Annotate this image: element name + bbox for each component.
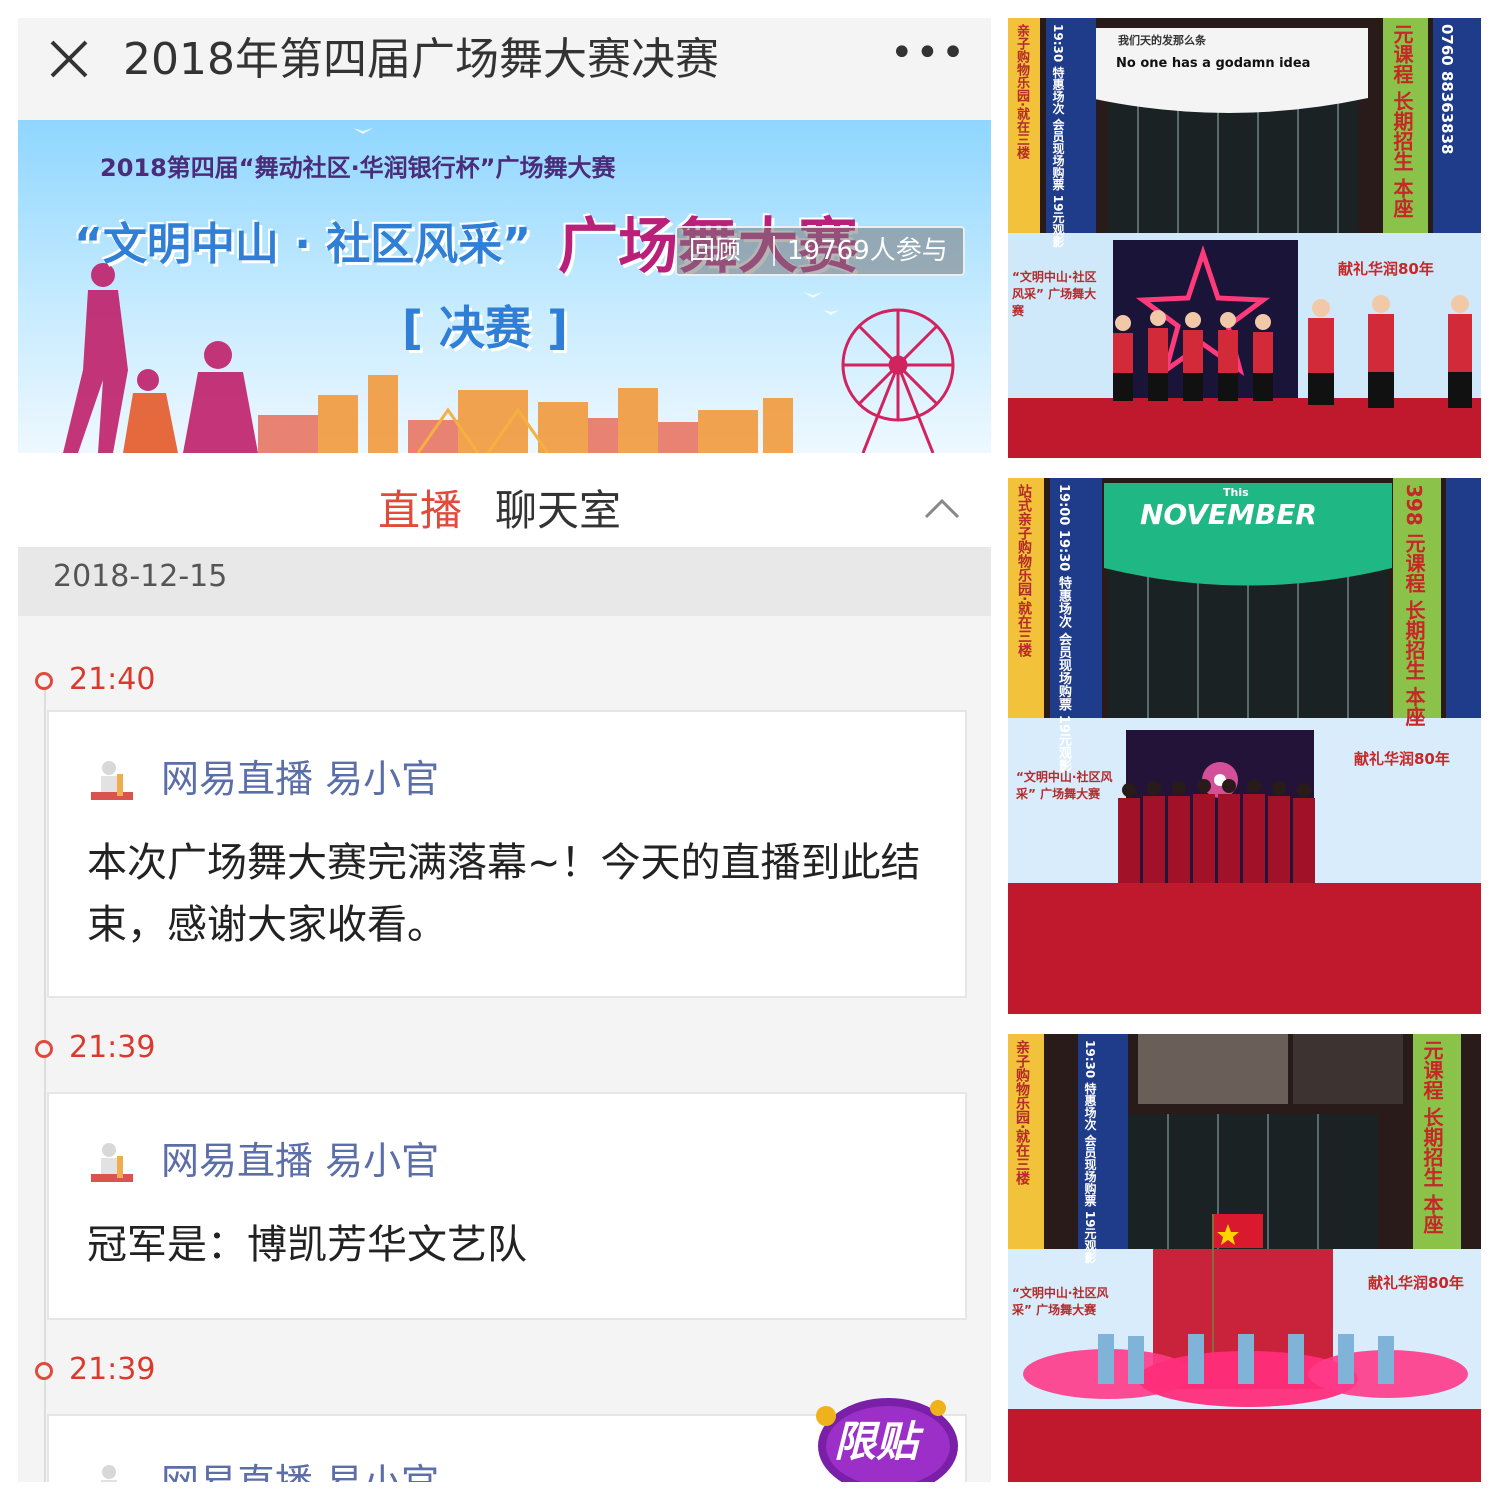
message-card: 网易直播 易小官 冠军是：博凯芳华文艺队 [47,1092,967,1320]
stage-photo: 亲子购物乐园·就在三楼 19:30 特惠场次 会员现场购票 19元观影 元课程 … [1008,1034,1481,1482]
author-name[interactable]: 网易直播 易小官 [161,748,439,803]
promo-badge[interactable]: 限贴 [798,1386,958,1482]
tab-chatroom[interactable]: 聊天室 [495,477,621,538]
more-options-button[interactable]: ••• [890,33,965,78]
author-name[interactable]: 网易直播 易小官 [161,1452,439,1482]
right-banner-text: 398 元课程 长期招生 本座 [1402,484,1426,727]
message-text: 本次广场舞大赛完满落幕~！今天的直播到此结束，感谢大家收看。 [87,840,921,948]
screen-text: No one has a godamn idea [1116,56,1311,71]
stage-photo-scene [1008,1034,1481,1482]
left-banner-text: 亲子购物乐园·就在三楼 [1014,1040,1030,1186]
backdrop-left-text: “文明中山·社区风采” 广场舞大赛 [1016,770,1113,801]
entry-time: 21:39 [69,1030,156,1065]
promo-badge-label: 限贴 [834,1417,919,1466]
backdrop-right-text: 献礼华润80年 [1354,750,1450,768]
chevron-up-icon [924,498,960,519]
banner-title-part1: “文明中山 · 社区风采” [74,219,532,270]
screen-text-small: 我们天的发那么条 [1118,34,1206,47]
blue-banner-text: 19:30 特惠场次 会员现场购票 19元观影 [1051,24,1065,248]
participant-count: 19769人参与 [787,236,948,266]
banner-stage: [ 决赛 ] [402,301,569,355]
timeline-dot [35,1040,53,1058]
left-banner-text: 亲子购物乐园·就在三楼 [1014,24,1029,159]
right-banner-text: 元课程 长期招生 本座 [1420,1040,1444,1234]
blue-banner-text: 19:00 19:30 特惠场次 会员现场购票 19元观影 [1056,484,1071,772]
banner-subtitle: 2018第四届“舞动社区·华润银行杯”广场舞大赛 [100,154,616,182]
backdrop-left-text: “文明中山·社区风采” 广场舞大赛 [1012,270,1097,318]
dancers-silhouette-icon [63,263,258,453]
close-button[interactable] [44,34,94,84]
collapse-button[interactable] [922,493,962,523]
message-card: 网易直播 易小官 本次广场舞大赛完满落幕~！今天的直播到此结束，感谢大家收看。 [47,710,967,998]
page-title: 2018年第四届广场舞大赛决赛 [123,34,719,85]
backdrop-right-text: 献礼华润80年 [1338,260,1434,278]
replay-badge[interactable]: 回顾 19769人参与 [675,226,965,276]
avatar [91,761,133,800]
right-banner-text: 元课程 长期招生 本座 [1390,24,1414,218]
date-header: 2018-12-15 [18,547,991,616]
date-label: 2018-12-15 [53,559,228,594]
tab-live[interactable]: 直播 [378,477,462,538]
stage-photo: 我们天的发那么条 No one has a godamn idea 亲子购物乐园… [1008,18,1481,458]
timeline-dot [35,672,53,690]
backdrop-right-text: 献礼华润80年 [1368,1274,1464,1292]
message-text: 冠军是：博凯芳华文艺队 [87,1222,527,1268]
live-page: 2018年第四届广场舞大赛决赛 ••• 2018第四届“舞动社区·华润银行杯”广… [18,18,991,1482]
author-name[interactable]: 网易直播 易小官 [161,1130,439,1185]
phone-number-text: 0760 88363838 [1438,24,1456,155]
avatar [91,1143,133,1182]
replay-label: 回顾 [689,236,742,266]
top-bar: 2018年第四届广场舞大赛决赛 ••• [18,18,991,120]
close-icon [50,40,88,78]
screen-text: NOVEMBER [1140,498,1317,531]
ferris-wheel-icon [841,308,955,453]
badge-divider [773,236,775,266]
timeline-dot [35,1362,53,1380]
timeline-entry: 21:39 网易直播 易小官 冠军是：博凯芳华文艺队 [18,1028,991,1328]
stage-photo: This NOVEMBER 站式亲子购物乐园·就在三楼 19:00 19:30 … [1008,478,1481,1014]
timeline-entry: 21:40 网易直播 易小官 本次广场舞大赛完满落幕~！今天的直播到此结束，感谢… [18,660,991,1000]
entry-time: 21:39 [69,1352,156,1387]
left-banner-text: 站式亲子购物乐园·就在三楼 [1016,484,1032,658]
avatar [101,1465,117,1482]
backdrop-left-text: “文明中山·社区风采” 广场舞大赛 [1012,1286,1109,1317]
blue-banner-text: 19:30 特惠场次 会员现场购票 19元观影 [1083,1040,1097,1264]
event-banner: 2018第四届“舞动社区·华润银行杯”广场舞大赛 “文明中山 · 社区风采” 广… [18,120,991,453]
entry-time: 21:40 [69,662,156,697]
